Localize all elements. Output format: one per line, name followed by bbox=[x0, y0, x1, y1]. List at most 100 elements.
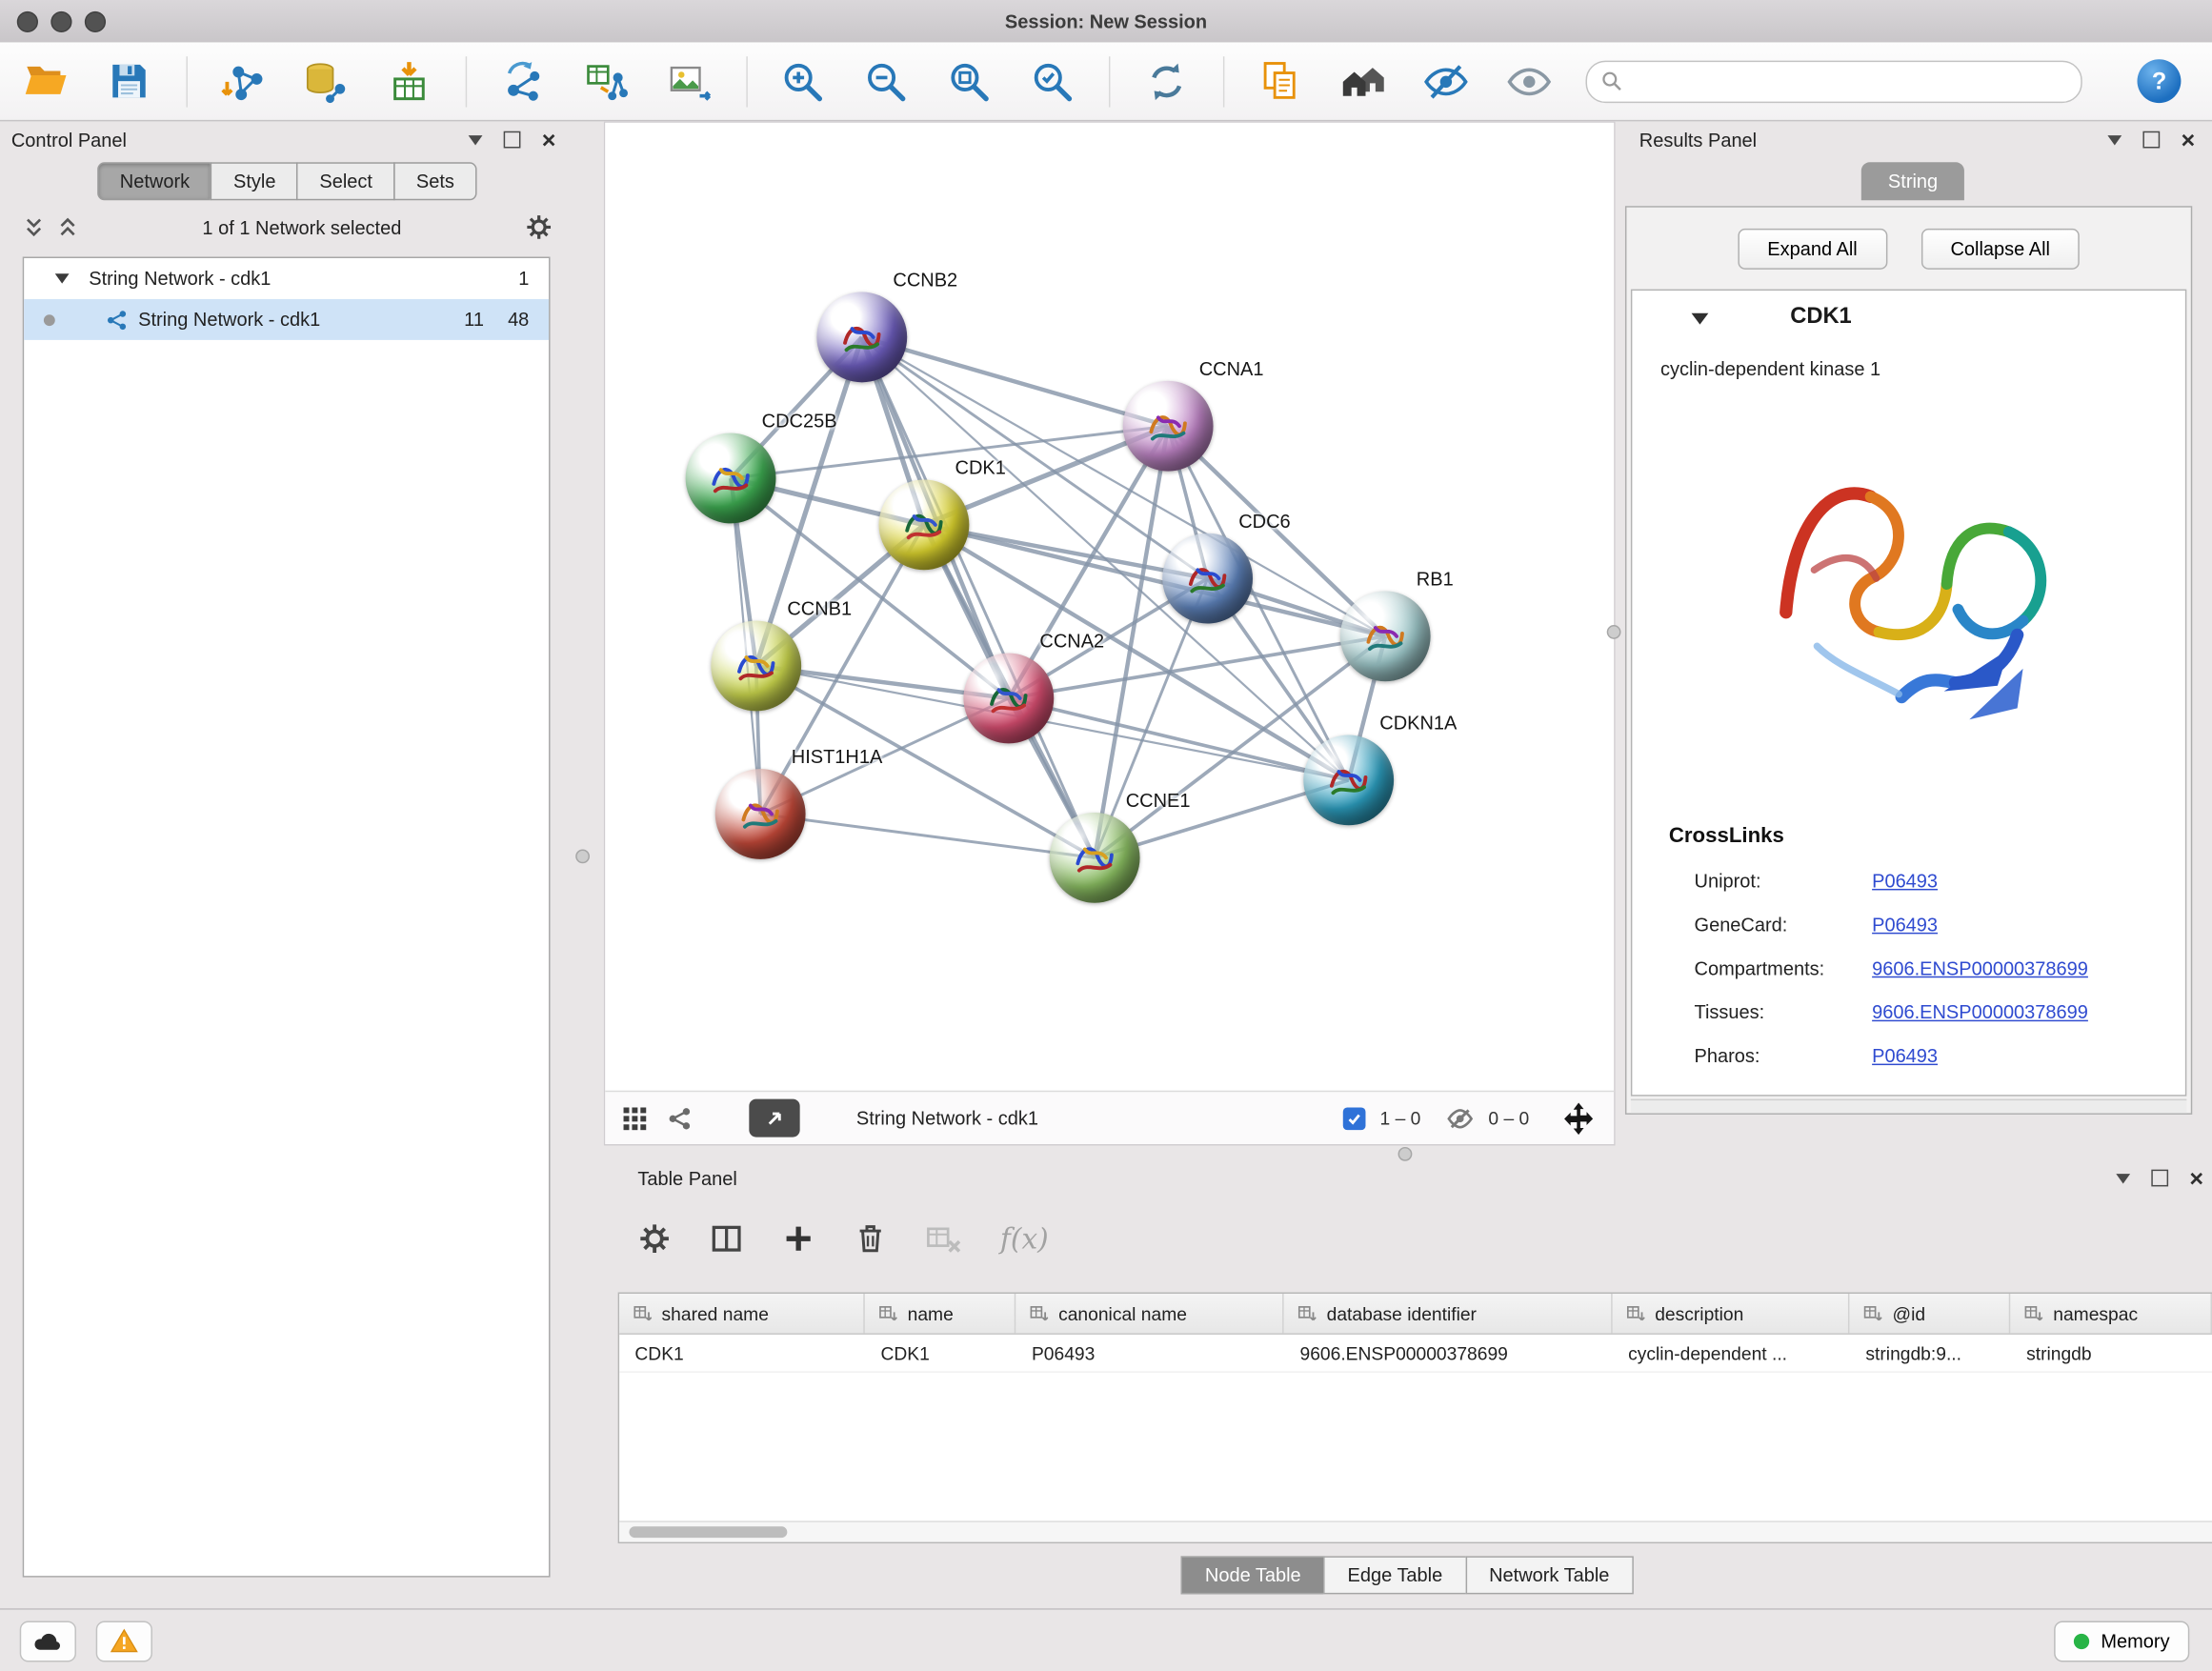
column-sort-icon[interactable] bbox=[2025, 1304, 2043, 1322]
refresh-view-button[interactable] bbox=[1139, 53, 1193, 110]
collapse-all-button[interactable]: Collapse All bbox=[1920, 229, 2080, 270]
column-sort-icon[interactable] bbox=[1627, 1304, 1645, 1322]
column-sort-icon[interactable] bbox=[1298, 1304, 1317, 1322]
crosslink-link[interactable]: P06493 bbox=[1872, 871, 1938, 892]
network-tools-button[interactable] bbox=[496, 53, 550, 110]
network-node-ccna1[interactable] bbox=[1123, 381, 1214, 472]
column-sort-icon[interactable] bbox=[633, 1304, 652, 1322]
save-session-button[interactable] bbox=[103, 53, 156, 110]
expand-all-button[interactable]: Expand All bbox=[1738, 229, 1887, 270]
detach-view-button[interactable] bbox=[749, 1099, 799, 1137]
export-image-button[interactable] bbox=[663, 53, 716, 110]
network-collection-row[interactable]: String Network - cdk1 1 bbox=[24, 258, 549, 299]
panel-close-icon[interactable]: × bbox=[2182, 128, 2196, 151]
left-splitter-handle[interactable] bbox=[575, 849, 590, 863]
delete-table-button-disabled[interactable] bbox=[925, 1221, 962, 1256]
scrollbar-thumb[interactable] bbox=[629, 1526, 787, 1538]
network-node-cdkn1a[interactable] bbox=[1303, 735, 1394, 826]
panel-close-icon[interactable]: × bbox=[542, 128, 556, 151]
expand-all-tree-icon[interactable] bbox=[56, 216, 79, 239]
tab-select[interactable]: Select bbox=[297, 162, 395, 200]
window-minimize-button[interactable] bbox=[50, 10, 71, 31]
search-input[interactable] bbox=[1632, 70, 2067, 93]
column-header-namespac[interactable]: namespac bbox=[2011, 1294, 2212, 1333]
tab-string[interactable]: String bbox=[1861, 162, 1965, 200]
column-header-description[interactable]: description bbox=[1613, 1294, 1850, 1333]
column-header--id[interactable]: @id bbox=[1850, 1294, 2011, 1333]
panel-float-icon[interactable] bbox=[2151, 1170, 2168, 1187]
help-button[interactable]: ? bbox=[2138, 59, 2182, 103]
move-network-icon[interactable] bbox=[1560, 1099, 1598, 1137]
crosslink-link[interactable]: P06493 bbox=[1872, 1045, 1938, 1066]
column-header-name[interactable]: name bbox=[865, 1294, 1016, 1333]
table-settings-button[interactable] bbox=[637, 1221, 672, 1256]
home-layout-button[interactable] bbox=[1337, 53, 1390, 110]
hide-graphics-details-button[interactable] bbox=[1419, 53, 1473, 110]
create-column-button[interactable] bbox=[781, 1221, 815, 1256]
tab-node-table[interactable]: Node Table bbox=[1181, 1556, 1325, 1594]
cloud-status-button[interactable] bbox=[20, 1621, 76, 1661]
warnings-button[interactable] bbox=[96, 1621, 152, 1661]
memory-button[interactable]: Memory bbox=[2054, 1621, 2189, 1661]
results-scrollbar[interactable] bbox=[1631, 1099, 2186, 1114]
window-zoom-button[interactable] bbox=[85, 10, 106, 31]
network-node-ccna2[interactable] bbox=[963, 654, 1054, 744]
network-node-cdc25b[interactable] bbox=[686, 433, 776, 524]
delete-column-button[interactable] bbox=[854, 1221, 888, 1256]
network-node-ccnb1[interactable] bbox=[711, 621, 801, 712]
network-node-rb1[interactable] bbox=[1340, 591, 1431, 681]
network-node-ccne1[interactable] bbox=[1050, 813, 1140, 903]
crosslink-link[interactable]: P06493 bbox=[1872, 915, 1938, 936]
function-builder-button-disabled[interactable]: f(x) bbox=[1000, 1221, 1049, 1256]
panel-menu-icon[interactable] bbox=[2108, 134, 2122, 144]
gear-icon[interactable] bbox=[525, 213, 553, 242]
show-graphics-details-button[interactable] bbox=[1502, 53, 1556, 110]
tab-style[interactable]: Style bbox=[211, 162, 298, 200]
panel-menu-icon[interactable] bbox=[2116, 1173, 2130, 1182]
column-header-database-identifier[interactable]: database identifier bbox=[1284, 1294, 1613, 1333]
grid-view-icon[interactable] bbox=[622, 1105, 648, 1131]
zoom-in-button[interactable] bbox=[776, 53, 830, 110]
network-node-cdk1[interactable] bbox=[879, 479, 970, 570]
column-sort-icon[interactable] bbox=[1864, 1304, 1882, 1322]
collapse-all-tree-icon[interactable] bbox=[23, 216, 46, 239]
panel-menu-icon[interactable] bbox=[469, 134, 483, 144]
panel-close-icon[interactable]: × bbox=[2189, 1166, 2203, 1190]
copy-document-button[interactable] bbox=[1254, 53, 1307, 110]
tab-network-table[interactable]: Network Table bbox=[1465, 1556, 1634, 1594]
panel-float-icon[interactable] bbox=[2143, 131, 2161, 149]
network-overview-icon[interactable] bbox=[667, 1105, 693, 1131]
column-header-shared-name[interactable]: shared name bbox=[619, 1294, 865, 1333]
tab-edge-table[interactable]: Edge Table bbox=[1323, 1556, 1466, 1594]
horizontal-splitter-handle[interactable] bbox=[1398, 1147, 1413, 1161]
network-node-ccnb2[interactable] bbox=[816, 292, 907, 383]
network-canvas[interactable]: CCNB2CCNA1CDC25BCDK1CDC6RB1CCNB1CCNA2CDK… bbox=[605, 123, 1614, 1092]
window-close-button[interactable] bbox=[17, 10, 38, 31]
selected-checkbox-icon[interactable] bbox=[1343, 1107, 1366, 1130]
network-row[interactable]: String Network - cdk1 11 48 bbox=[24, 299, 549, 340]
section-collapse-icon[interactable] bbox=[1692, 313, 1709, 325]
crosslink-link[interactable]: 9606.ENSP00000378699 bbox=[1872, 1001, 2088, 1022]
tree-expand-icon[interactable] bbox=[55, 273, 70, 283]
crosslink-link[interactable]: 9606.ENSP00000378699 bbox=[1872, 958, 2088, 979]
zoom-out-button[interactable] bbox=[859, 53, 913, 110]
table-row[interactable]: CDK1CDK1P064939606.ENSP00000378699cyclin… bbox=[619, 1335, 2212, 1373]
zoom-selected-button[interactable] bbox=[1026, 53, 1079, 110]
zoom-fit-button[interactable] bbox=[942, 53, 995, 110]
tab-sets[interactable]: Sets bbox=[393, 162, 476, 200]
network-node-cdc6[interactable] bbox=[1162, 534, 1253, 624]
new-network-from-table-button[interactable] bbox=[579, 53, 633, 110]
search-box[interactable] bbox=[1585, 60, 2082, 102]
import-network-database-button[interactable] bbox=[300, 53, 353, 110]
column-header-canonical-name[interactable]: canonical name bbox=[1016, 1294, 1285, 1333]
import-network-file-button[interactable] bbox=[216, 53, 270, 110]
open-session-button[interactable] bbox=[20, 53, 73, 110]
show-columns-button[interactable] bbox=[710, 1221, 744, 1256]
column-sort-icon[interactable] bbox=[1030, 1304, 1048, 1322]
right-splitter-handle[interactable] bbox=[1607, 625, 1621, 639]
tab-network[interactable]: Network bbox=[97, 162, 212, 200]
import-table-file-button[interactable] bbox=[383, 53, 436, 110]
table-horizontal-scrollbar[interactable] bbox=[619, 1520, 2212, 1541]
column-sort-icon[interactable] bbox=[879, 1304, 897, 1322]
network-node-hist1h1a[interactable] bbox=[715, 769, 806, 859]
